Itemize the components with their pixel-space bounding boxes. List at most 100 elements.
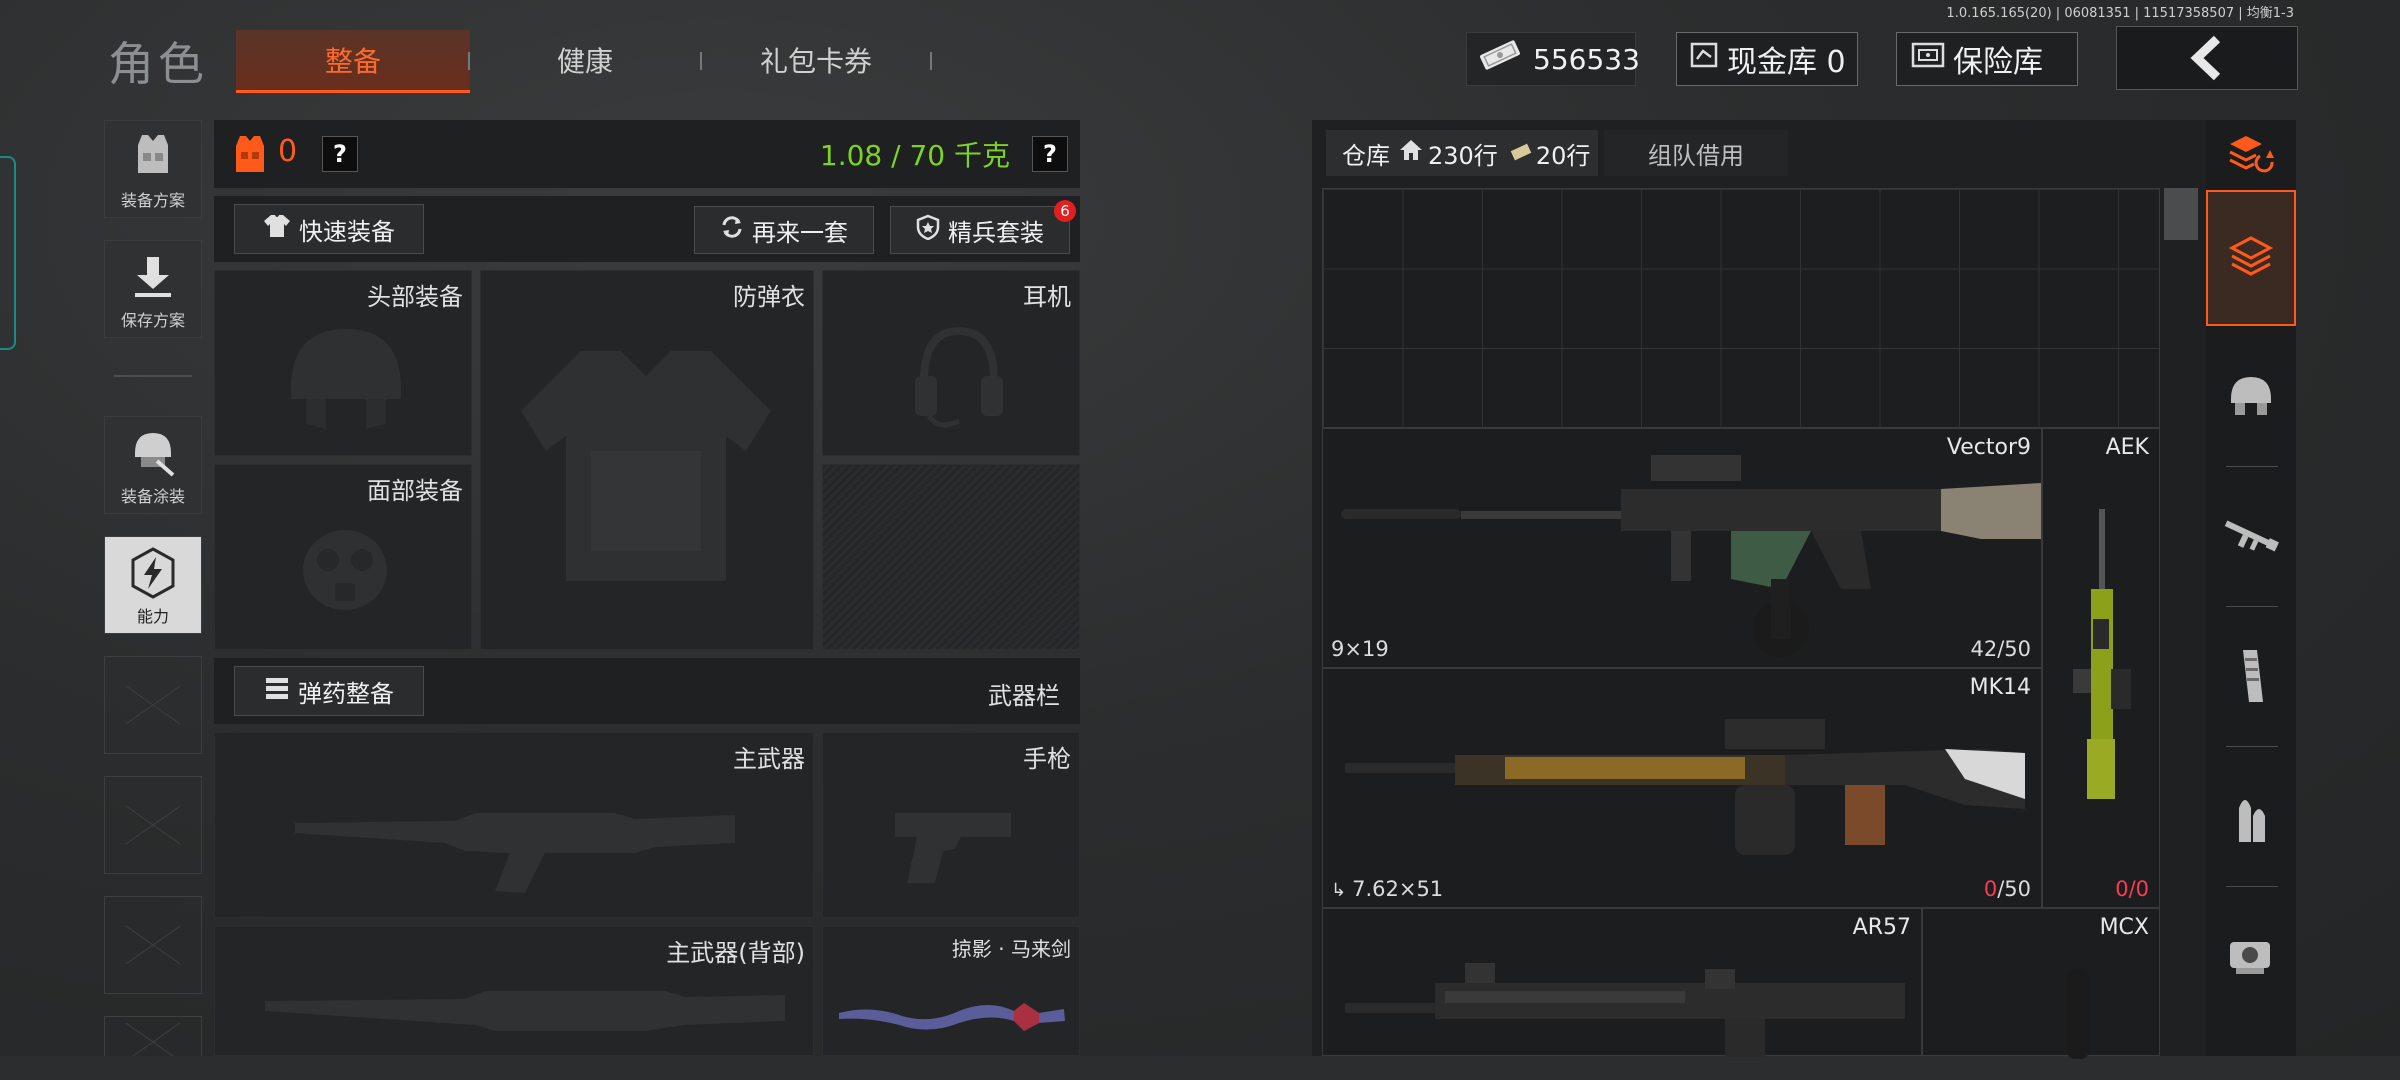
save-plan-button[interactable]: 保存方案: [104, 240, 202, 338]
armor-icon: [232, 132, 268, 180]
face-slot[interactable]: 面部装备: [214, 464, 472, 650]
armor-count: 0: [278, 134, 298, 169]
exit-icon: ↳: [1331, 880, 1347, 901]
action-bar: 快速装备 再来一套 精兵套装 6: [214, 196, 1080, 262]
ammo-max: /0: [2128, 877, 2149, 901]
safe-vault-label: 保险库: [1953, 45, 2043, 80]
ammo-prep-button[interactable]: 弹药整备: [234, 666, 424, 716]
tab-loadout[interactable]: 整备: [236, 30, 470, 93]
item-ammo: 0/50: [1984, 877, 2031, 901]
warehouse-item[interactable]: MCX: [1922, 908, 2160, 1059]
helmet-paint-icon: [127, 425, 179, 481]
locked-slot: [822, 464, 1080, 650]
rifle-vertical-icon: [2073, 509, 2133, 813]
head-slot[interactable]: 头部装备: [214, 270, 472, 456]
home-rows: 230行: [1428, 141, 1498, 170]
loadout-summary-bar: 0 ? 1.08 / 70 千克 ?: [214, 120, 1080, 188]
category-divider: [2226, 886, 2278, 887]
item-name: MCX: [2099, 915, 2149, 940]
shirt-icon: [263, 213, 291, 245]
magazine-icon: [2233, 648, 2269, 708]
warehouse-item[interactable]: AR57: [1322, 908, 1922, 1057]
slot-label: 面部装备: [367, 477, 463, 505]
primary-weapon-slot[interactable]: 主武器: [214, 732, 814, 918]
weapon-bar-label: 武器栏: [988, 682, 1060, 710]
warehouse-scrollbar[interactable]: [2164, 188, 2198, 240]
edge-handle[interactable]: [0, 156, 16, 350]
lightning-icon: [125, 545, 181, 605]
reroll-button[interactable]: 再来一套: [694, 206, 874, 254]
item-name: AR57: [1852, 915, 1911, 940]
gas-mask-icon: [295, 525, 395, 619]
armor-help-button[interactable]: ?: [322, 136, 358, 172]
ammo-icon: [264, 676, 290, 706]
smg-icon: [1341, 439, 2041, 663]
slot-label: 防弹衣: [733, 283, 805, 311]
vault-icon: [1689, 40, 1719, 78]
layers-refresh-icon: [2226, 132, 2276, 178]
item-ammo: 0/0: [2115, 877, 2149, 901]
category-attachments[interactable]: [2206, 890, 2296, 1026]
rifle-icon: [1345, 953, 1905, 1061]
helmet-icon: [2227, 373, 2275, 421]
sort-button[interactable]: [2206, 120, 2296, 190]
warehouse-item[interactable]: MK14 ↳ 7.62×51 0/50: [1322, 668, 2042, 908]
category-divider: [2226, 466, 2278, 467]
cash-icon: [1477, 40, 1523, 78]
warehouse-empty-grid[interactable]: [1322, 188, 2160, 428]
slot-label: 耳机: [1023, 283, 1071, 311]
reroll-label: 再来一套: [752, 218, 848, 247]
home-icon: [1398, 138, 1424, 168]
armor-slot[interactable]: 防弹衣: [480, 270, 814, 650]
ability-button[interactable]: 能力: [104, 536, 202, 634]
suppressor-icon: [2063, 969, 2093, 1063]
item-name: MK14: [1969, 675, 2031, 700]
item-caliber: 9×19: [1331, 637, 1389, 661]
warehouse-tab-label: 仓库: [1342, 141, 1390, 170]
ammo-max: /50: [1997, 877, 2031, 901]
blade-icon: [839, 991, 1069, 1045]
category-all[interactable]: [2206, 190, 2296, 326]
elite-set-button[interactable]: 精兵套装: [890, 206, 1070, 254]
rail-divider: [114, 375, 192, 377]
back-weapon-slot[interactable]: 主武器(背部): [214, 926, 814, 1056]
cash-vault-label: 现金库 0: [1727, 45, 1846, 80]
warehouse-item[interactable]: AEK 0/0: [2042, 428, 2160, 908]
slot-label: 手枪: [1023, 745, 1071, 773]
pistol-slot[interactable]: 手枪: [822, 732, 1080, 918]
notification-badge: 6: [1054, 200, 1076, 222]
melee-slot[interactable]: 掠影 · 马来剑: [822, 926, 1080, 1056]
cash-vault-button[interactable]: 现金库 0: [1676, 32, 1858, 86]
back-button[interactable]: [2116, 26, 2298, 90]
warehouse-tab[interactable]: 仓库 230行 20行: [1326, 130, 1598, 176]
ticket-rows: 20行: [1535, 141, 1591, 170]
tab-gift-coupons[interactable]: 礼包卡券: [702, 30, 930, 90]
ammo-current: 0: [1983, 877, 1998, 901]
category-magazines[interactable]: [2206, 610, 2296, 746]
team-borrow-tab[interactable]: 组队借用: [1604, 130, 1788, 176]
ear-slot[interactable]: 耳机: [822, 270, 1080, 456]
category-ammo[interactable]: [2206, 750, 2296, 886]
item-caliber: ↳ 7.62×51: [1331, 877, 1443, 901]
refresh-icon: [720, 215, 744, 245]
item-ammo: 42/50: [1970, 637, 2031, 661]
back-arrow-icon: [2187, 35, 2227, 85]
item-name: AEK: [2105, 435, 2149, 460]
rail-label: 能力: [136, 607, 169, 626]
loadout-plan-button[interactable]: 装备方案: [104, 120, 202, 218]
ammo-prep-label: 弹药整备: [298, 679, 394, 708]
category-weapons[interactable]: [2206, 470, 2296, 606]
safe-vault-button[interactable]: 保险库: [1896, 32, 2078, 86]
tab-separator: [930, 52, 932, 70]
headset-icon: [909, 321, 1009, 435]
warehouse-item[interactable]: Vector9 9×19 42/50: [1322, 428, 2042, 668]
quick-equip-button[interactable]: 快速装备: [234, 204, 424, 254]
equipment-skin-button[interactable]: 装备涂装: [104, 416, 202, 514]
rifle-icon: [295, 773, 735, 907]
money-amount: 556533: [1533, 42, 1640, 76]
category-divider: [2226, 606, 2278, 607]
category-gear[interactable]: [2206, 330, 2296, 464]
tab-health[interactable]: 健康: [470, 30, 700, 90]
rifle-icon: [2221, 516, 2281, 560]
weight-help-button[interactable]: ?: [1032, 136, 1068, 172]
